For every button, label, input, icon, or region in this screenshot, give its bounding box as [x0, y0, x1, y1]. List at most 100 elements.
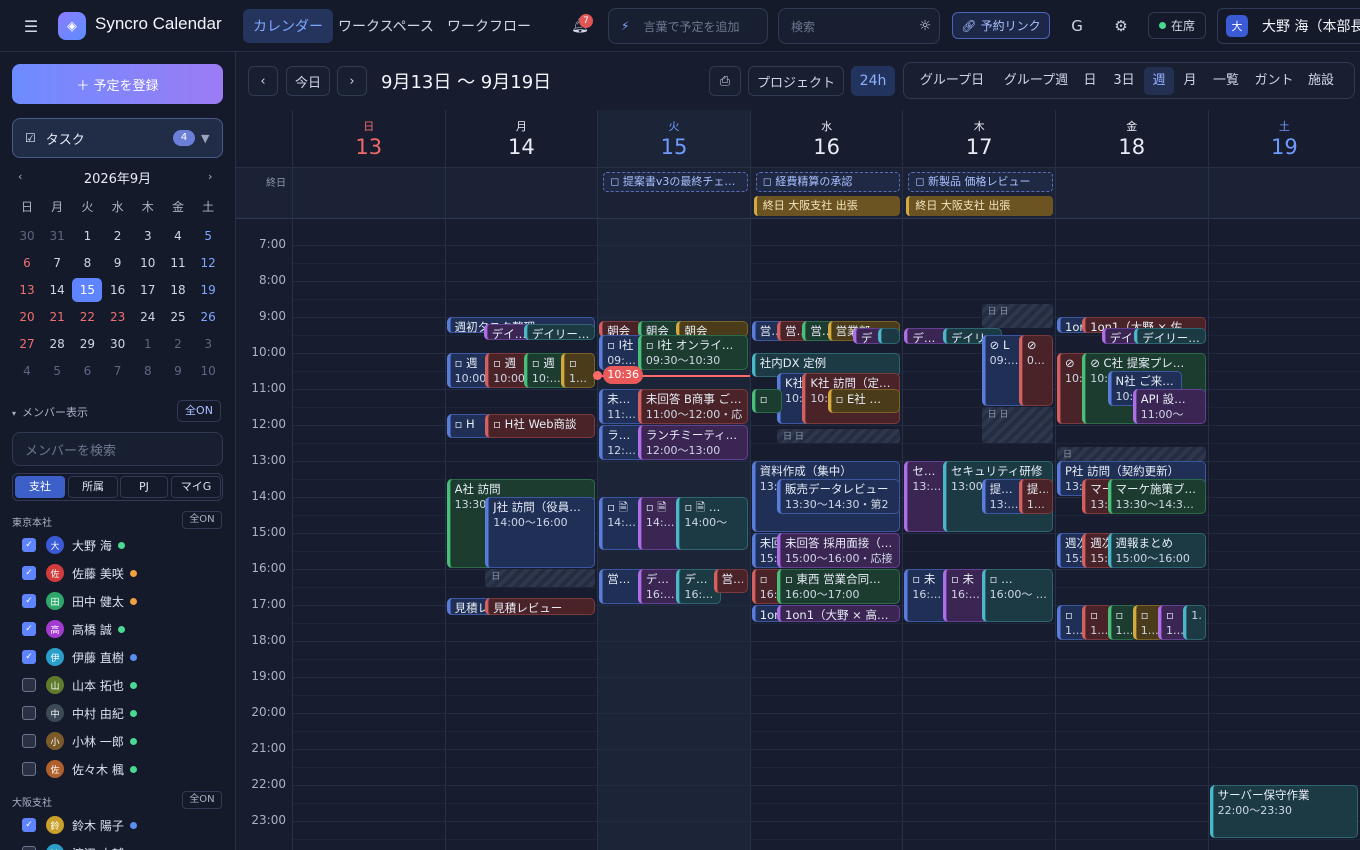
event-block[interactable]: デイリー…	[1134, 327, 1206, 344]
next-month-icon[interactable]: ›	[208, 170, 212, 183]
member-checkbox[interactable]	[22, 762, 36, 776]
sun-icon[interactable]: ☼	[914, 8, 936, 44]
mini-day[interactable]: 2	[163, 332, 193, 356]
member-row[interactable]: 山山本 拓也	[22, 675, 137, 695]
mini-day[interactable]: 17	[133, 278, 163, 302]
mini-day[interactable]: 5	[193, 224, 223, 248]
event-block[interactable]: サーバー保守作業 22:00〜23:30	[1209, 785, 1359, 838]
member-checkbox[interactable]	[22, 734, 36, 748]
mini-day[interactable]: 15	[72, 278, 103, 302]
member-search-input[interactable]: メンバーを検索	[12, 432, 223, 466]
today-button[interactable]: 今日	[286, 66, 330, 96]
view-option[interactable]: 日	[1076, 67, 1104, 95]
event-block[interactable]: ▫ H社 Web商談	[485, 414, 596, 439]
mini-day[interactable]: 29	[72, 332, 102, 356]
allday-event[interactable]: 終日 大阪支社 出張	[906, 196, 1053, 216]
event-block[interactable]: 見積レビュー	[485, 597, 596, 615]
mini-day[interactable]: 14	[42, 278, 72, 302]
view-option[interactable]: 週	[1144, 67, 1174, 95]
tab-workflow[interactable]: ワークフロー	[437, 9, 541, 43]
view-option[interactable]: グループ週	[998, 67, 1074, 95]
event-block[interactable]: ▫ 東西 営業合同… 16:00〜17:00	[777, 569, 901, 604]
mini-day[interactable]: 1	[72, 224, 102, 248]
event-block[interactable]: 未回答 採用面接（… 15:00〜16:00・応接	[777, 533, 901, 568]
mini-day[interactable]: 31	[42, 224, 72, 248]
event-block[interactable]: ▫ I社 オンライ… 09:30〜10:30	[637, 335, 748, 370]
tab-calendar[interactable]: カレンダー	[243, 9, 333, 43]
presence-status[interactable]: 在席	[1148, 12, 1206, 39]
event-block[interactable]: ▫ 10:0	[561, 353, 596, 388]
mini-day[interactable]: 10	[193, 359, 223, 383]
mini-day[interactable]: 25	[163, 305, 193, 329]
mini-day[interactable]: 12	[193, 251, 223, 275]
day-header[interactable]: 土 19	[1207, 110, 1360, 167]
filter-my-group[interactable]: マイG	[171, 476, 221, 498]
mini-day[interactable]: 13	[12, 278, 42, 302]
day-header[interactable]: 日 13	[292, 110, 445, 167]
day-header[interactable]: 木 17	[902, 110, 1055, 167]
mini-day[interactable]: 18	[163, 278, 193, 302]
member-row[interactable]: 中中村 由紀	[22, 703, 137, 723]
print-icon[interactable]: ⎙	[709, 66, 741, 96]
gear-icon[interactable]: ⚙	[1110, 8, 1132, 44]
mini-day[interactable]: 20	[12, 305, 42, 329]
member-checkbox[interactable]: ✓	[22, 538, 36, 552]
group-all-on-button[interactable]: 全ON	[182, 511, 222, 529]
mini-day[interactable]: 27	[12, 332, 42, 356]
mini-day[interactable]: 21	[42, 305, 72, 329]
event-block[interactable]: ▫ … 16:00〜 17:30・第	[981, 569, 1053, 622]
member-row[interactable]: 渡 渡辺 大輔	[22, 843, 137, 850]
event-block[interactable]: 販売データレビュー 13:30〜14:30・第2	[777, 479, 901, 514]
member-row[interactable]: ✓ 大大野 海	[22, 535, 125, 555]
mini-day[interactable]: 24	[133, 305, 163, 329]
event-block[interactable]: 未回答 B商事 ご… 11:00〜12:00・応	[637, 389, 748, 424]
view-option[interactable]: グループ日	[908, 67, 996, 95]
mini-day[interactable]: 9	[163, 359, 193, 383]
event-block[interactable]: ⊘ 09:3 11:3	[1018, 335, 1053, 406]
view-option[interactable]: ガント	[1248, 67, 1300, 95]
view-option[interactable]: 施設	[1302, 67, 1340, 95]
mini-day[interactable]: 9	[103, 251, 133, 275]
task-panel-toggle[interactable]: ☑ タスク 4 ▼	[12, 118, 223, 158]
toggle-24h[interactable]: 24h	[851, 66, 895, 96]
menu-icon[interactable]: ☰	[18, 8, 44, 44]
tab-workspace[interactable]: ワークスペース	[328, 9, 444, 43]
member-row[interactable]: ✓ 田田中 健太	[22, 591, 137, 611]
allday-event[interactable]: 終日 大阪支社 出張	[753, 196, 901, 216]
mini-day[interactable]: 7	[42, 251, 72, 275]
member-section-header[interactable]: ▾ メンバー表示	[12, 404, 88, 420]
event-block[interactable]	[878, 327, 901, 344]
next-week-button[interactable]: ›	[337, 66, 367, 96]
prev-week-button[interactable]: ‹	[248, 66, 278, 96]
project-button[interactable]: プロジェクト	[748, 66, 844, 96]
mini-day[interactable]: 4	[12, 359, 42, 383]
event-block[interactable]: ▫ 未 16:00 1会議	[943, 569, 988, 622]
view-option[interactable]: 月	[1176, 67, 1204, 95]
member-row[interactable]: ✓ 高高橋 誠	[22, 619, 125, 639]
mini-day[interactable]: 8	[133, 359, 163, 383]
member-row[interactable]: ✓ 鈴鈴木 陽子	[22, 815, 137, 835]
mini-day[interactable]: 7	[103, 359, 133, 383]
mini-day[interactable]: 6	[72, 359, 102, 383]
event-block[interactable]: 提… 13:3	[1018, 479, 1053, 514]
google-icon[interactable]: G	[1066, 8, 1088, 44]
member-checkbox[interactable]: ✓	[22, 594, 36, 608]
booking-link-button[interactable]: 🔗︎ 予約リンク	[952, 12, 1050, 39]
event-block[interactable]: ▫ E社 …	[827, 389, 901, 414]
mini-day[interactable]: 22	[72, 305, 102, 329]
member-row[interactable]: 佐佐々木 楓	[22, 759, 137, 779]
user-menu[interactable]: 大 大野 海（本部長	[1217, 8, 1360, 44]
event-block[interactable]: J社 訪問（役員… 14:00〜16:00	[485, 497, 596, 568]
mini-day[interactable]: 4	[163, 224, 193, 248]
mini-day[interactable]: 16	[103, 278, 133, 302]
mini-day[interactable]: 23	[103, 305, 133, 329]
mini-day[interactable]: 11	[163, 251, 193, 275]
member-row[interactable]: 小小林 一郎	[22, 731, 137, 751]
mini-day[interactable]: 3	[193, 332, 223, 356]
day-header[interactable]: 金 18	[1055, 110, 1208, 167]
event-block[interactable]: デイリー…	[523, 324, 596, 341]
event-block[interactable]: 1on1（大野 × 高…	[777, 605, 901, 622]
mini-day[interactable]: 30	[12, 224, 42, 248]
event-block[interactable]: ランチミーティ… 12:00〜13:00	[637, 425, 748, 460]
add-event-button[interactable]: ＋ 予定を登録	[12, 64, 223, 104]
